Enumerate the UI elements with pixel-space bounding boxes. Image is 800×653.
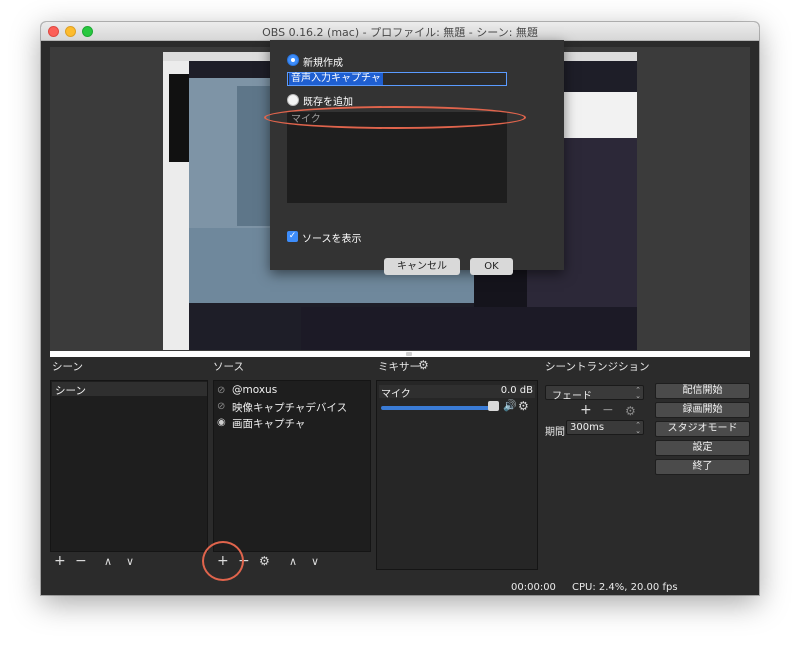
add-existing-label: 既存を追加 (303, 97, 353, 108)
transition-select[interactable]: フェード ⌃ ⌄ (545, 385, 644, 402)
mixer-channel-gear-icon[interactable]: ⚙ (518, 399, 529, 413)
obs-window: OBS 0.16.2 (mac) - プロファイル: 無題 - シーン: 無題 … (41, 22, 759, 595)
preview-splitter[interactable] (50, 351, 750, 357)
studio-mode-button[interactable]: スタジオモード (655, 421, 750, 437)
scenes-title: シーン (52, 361, 83, 373)
cancel-button[interactable]: キャンセル (384, 258, 460, 275)
annotation-circle-add-source (202, 541, 244, 581)
source-properties-gear-icon[interactable]: ⚙ (259, 554, 270, 568)
annotation-ellipse-existing (264, 106, 526, 129)
sources-title: ソース (213, 361, 244, 373)
select-arrows-icon: ⌃ ⌄ (635, 386, 641, 400)
add-existing-radio[interactable] (287, 94, 299, 106)
list-item[interactable]: 画面キャプチャ (232, 416, 305, 431)
exit-button[interactable]: 終了 (655, 459, 750, 475)
eye-icon[interactable]: ◉ (217, 417, 226, 428)
source-name-value: 音声入力キャプチャ (289, 73, 383, 85)
move-up-icon[interactable]: ∧ (289, 555, 297, 569)
transition-gear-icon[interactable]: ⚙ (625, 404, 636, 418)
list-item[interactable]: 映像キャプチャデバイス (232, 400, 347, 415)
start-streaming-button[interactable]: 配信開始 (655, 383, 750, 399)
sources-list[interactable]: ⊘ @moxus ⊘ 映像キャプチャデバイス ◉ 画面キャプチャ (213, 380, 371, 552)
duration-spinbox[interactable]: 300ms ⌃ ⌄ (566, 420, 644, 435)
hidden-eye-icon[interactable]: ⊘ (217, 401, 225, 412)
settings-button[interactable]: 設定 (655, 440, 750, 456)
list-item[interactable]: @moxus (232, 384, 277, 396)
speaker-icon[interactable]: 🔊 (503, 399, 517, 413)
create-new-label: 新規作成 (303, 58, 343, 69)
show-source-label: ソースを表示 (302, 234, 362, 245)
mixer-channel-name: マイク (381, 389, 411, 400)
splitter-handle[interactable] (406, 352, 412, 356)
window-title: OBS 0.16.2 (mac) - プロファイル: 無題 - シーン: 無題 (262, 26, 538, 39)
status-time: 00:00:00 (511, 582, 556, 593)
volume-slider-handle[interactable] (488, 401, 499, 411)
spin-arrows-icon[interactable]: ⌃ ⌄ (635, 422, 641, 435)
captured-bottom-bar (301, 307, 637, 350)
transitions-title: シーントランジション (545, 361, 650, 373)
show-source-checkbox[interactable]: ✓ (287, 231, 298, 242)
duration-value: 300ms (570, 422, 605, 433)
move-down-icon[interactable]: ∨ (311, 555, 319, 569)
hidden-eye-icon[interactable]: ⊘ (217, 385, 225, 396)
ok-button[interactable]: OK (470, 258, 513, 275)
scenes-list[interactable]: シーン (50, 380, 208, 552)
mixer-title: ミキサー (378, 361, 420, 373)
create-new-radio[interactable] (287, 54, 299, 66)
captured-terminal (169, 74, 189, 162)
start-recording-button[interactable]: 録画開始 (655, 402, 750, 418)
title-bar: OBS 0.16.2 (mac) - プロファイル: 無題 - シーン: 無題 (41, 22, 759, 41)
mixer-gear-icon[interactable]: ⚙ (418, 358, 429, 372)
status-cpu: CPU: 2.4%, 20.00 fps (572, 582, 678, 593)
scenes-toolbar: + − ∧ ∨ (50, 552, 208, 570)
remove-scene-icon[interactable]: − (75, 554, 87, 568)
mixer-panel: マイク 0.0 dB 🔊 ⚙ (376, 380, 538, 570)
source-name-input[interactable]: 音声入力キャプチャ (287, 72, 507, 86)
mixer-db-value: 0.0 dB (500, 385, 533, 396)
move-down-icon[interactable]: ∨ (126, 555, 134, 569)
duration-label: 期間 (545, 427, 565, 438)
add-transition-icon[interactable]: + (580, 403, 592, 417)
move-up-icon[interactable]: ∧ (104, 555, 112, 569)
list-item[interactable]: シーン (55, 383, 86, 398)
volume-slider-track[interactable] (381, 406, 497, 410)
add-source-dialog: 新規作成 音声入力キャプチャ 既存を追加 マイク ✓ ソースを表示 キャンセル … (270, 40, 564, 275)
transition-selected: フェード (552, 391, 592, 402)
remove-transition-icon[interactable]: − (602, 403, 614, 417)
add-scene-icon[interactable]: + (54, 554, 66, 568)
